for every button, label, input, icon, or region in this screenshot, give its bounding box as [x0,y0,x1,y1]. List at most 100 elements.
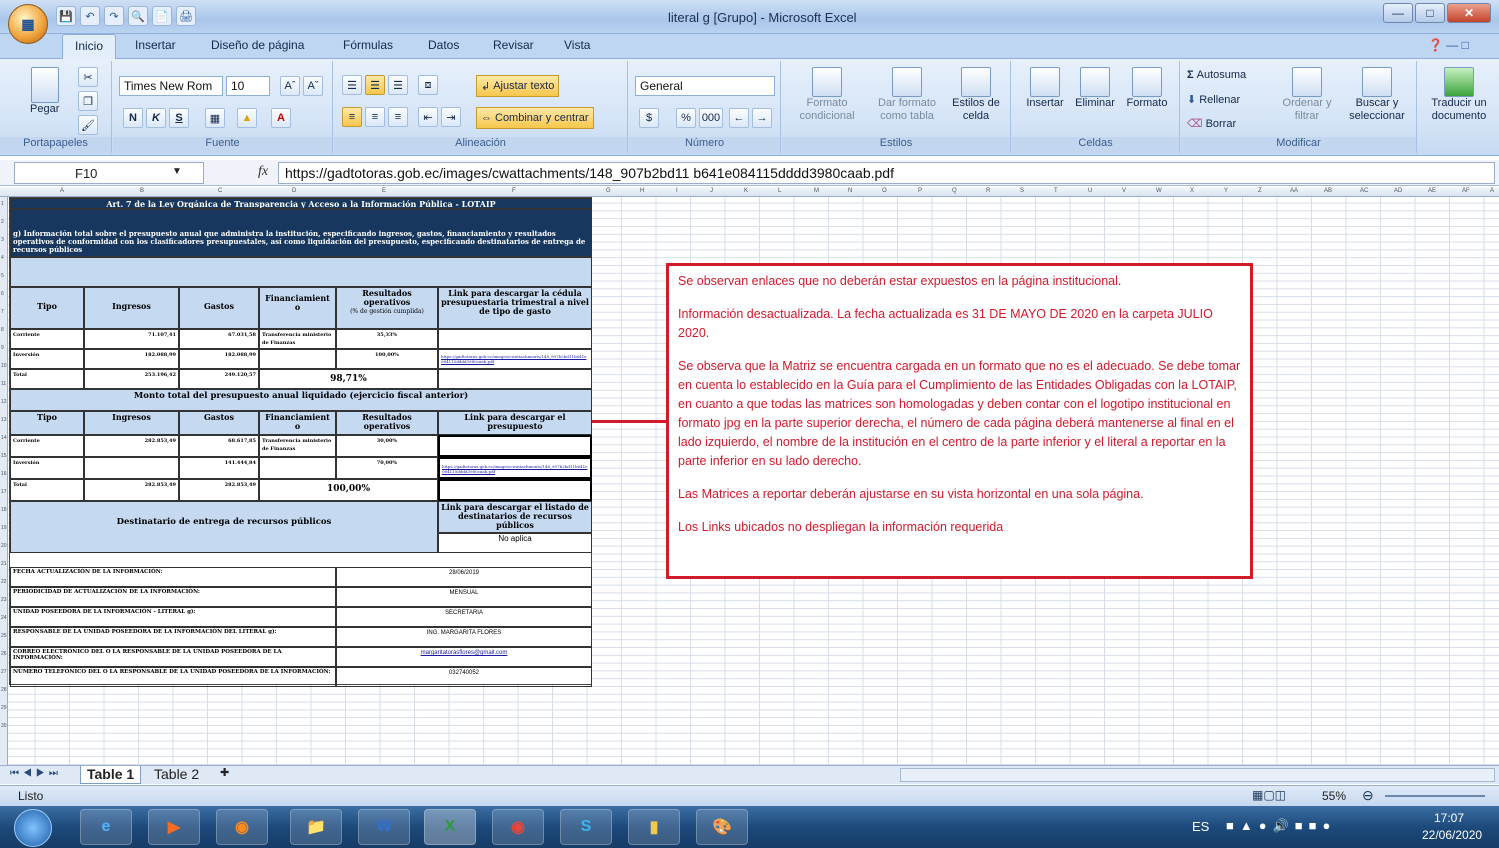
save-icon[interactable]: 💾 [56,6,76,26]
font-name-select[interactable]: Times New Rom [119,76,223,96]
column-header[interactable]: M [814,188,819,194]
ie-icon[interactable]: e [80,809,132,845]
print-icon[interactable]: 🖨 [176,6,196,26]
row-header[interactable]: 29 [1,705,7,711]
row-header[interactable]: 20 [1,543,7,549]
tab-formulas[interactable]: Fórmulas [343,38,393,52]
row-header[interactable]: 7 [1,309,4,315]
worksheet-grid[interactable]: A B C D E F G H I J K L M N O P Q R S T U V W X Y Z AA AB AC AD AE AF A … [0,187,1499,765]
align-center-icon[interactable]: ≡ [365,107,385,127]
row-header[interactable]: 28 [1,687,7,693]
copy-icon[interactable]: ❐ [78,91,98,111]
decrease-decimal-icon[interactable]: → [752,108,772,128]
row-header[interactable]: 19 [1,525,7,531]
autosum-button[interactable]: Σ Autosuma [1187,69,1246,81]
row-header[interactable]: 27 [1,669,7,675]
language-indicator[interactable]: ES [1192,819,1209,834]
column-header[interactable]: W [1156,188,1162,194]
column-header[interactable]: X [1190,188,1194,194]
row-header[interactable]: 17 [1,489,7,495]
column-header[interactable]: O [882,188,887,194]
row-header[interactable]: 15 [1,453,7,459]
excel-icon[interactable]: X [424,809,476,845]
column-header[interactable]: H [640,188,644,194]
orientation-icon[interactable]: ⧈ [418,75,438,95]
tab-vista[interactable]: Vista [564,38,590,52]
align-right-icon[interactable]: ≡ [388,107,408,127]
column-header[interactable]: AE [1428,188,1436,194]
row-header[interactable]: 24 [1,615,7,621]
column-header[interactable]: U [1088,188,1092,194]
borders-icon[interactable]: ▦ [205,108,225,128]
format-painter-icon[interactable]: 🖌 [78,115,98,135]
row-header[interactable]: 26 [1,651,7,657]
currency-button[interactable]: $ [639,108,659,128]
sheet-nav-arrows-icon[interactable]: ⏮◀▶⏭ [10,768,62,779]
sort-filter-button[interactable]: Ordenar y filtrar [1277,67,1337,123]
name-box-dropdown-icon[interactable]: ▼ [172,166,182,177]
t1-r2-link[interactable]: https://gadtotoras.gob.ec/images/cwattac… [438,349,592,369]
column-header[interactable]: AD [1394,188,1402,194]
file-explorer-icon[interactable]: 📁 [290,809,342,845]
column-header[interactable]: G [606,188,611,194]
column-header[interactable]: K [744,188,748,194]
close-icon[interactable]: ✕ [1447,3,1491,23]
column-header[interactable]: AF [1462,188,1470,194]
thousands-button[interactable]: 000 [699,108,723,128]
align-bottom-icon[interactable]: ☰ [388,75,408,95]
tab-inicio[interactable]: Inicio [62,34,117,60]
chrome-icon[interactable]: ◉ [492,809,544,845]
tab-diseno[interactable]: Diseño de página [211,38,304,52]
info-value[interactable]: margaritatorasflores@gmail.com [336,647,592,667]
fill-button[interactable]: ⬇ Rellenar [1187,93,1240,107]
system-tray-icons[interactable]: ■▲●🔊■■● [1226,818,1336,834]
format-cells-button[interactable]: Formato [1120,67,1174,110]
column-header[interactable]: J [710,188,713,194]
row-header[interactable]: 8 [1,327,4,333]
align-middle-icon[interactable]: ☰ [365,75,385,95]
column-header[interactable]: AA [1290,188,1298,194]
column-header[interactable]: AB [1324,188,1332,194]
folder-icon[interactable]: ▮ [628,809,680,845]
undo-icon[interactable]: ↶ [80,6,100,26]
sheet-tab-table2[interactable]: Table 2 [148,766,205,784]
row-header[interactable]: 5 [1,273,4,279]
sheet-tab-table1[interactable]: Table 1 [80,766,142,784]
horizontal-scrollbar[interactable] [900,768,1495,782]
column-header[interactable]: Q [952,188,957,194]
skype-icon[interactable]: S [560,809,612,845]
column-header[interactable]: D [292,188,296,194]
column-header[interactable]: A [1490,188,1494,194]
increase-decimal-icon[interactable]: ← [729,108,749,128]
row-header[interactable]: 18 [1,507,7,513]
zoom-out-icon[interactable]: ⊖ [1362,787,1374,804]
decrease-indent-icon[interactable]: ⇤ [418,107,438,127]
column-header[interactable]: B [140,188,144,194]
new-file-icon[interactable]: 📄 [152,6,172,26]
row-header[interactable]: 21 [1,561,7,567]
conditional-format-button[interactable]: Formato condicional [790,67,864,123]
column-header[interactable]: P [918,188,922,194]
paste-button[interactable]: Pegar [30,67,59,116]
row-header[interactable]: 1 [1,201,4,207]
row-header[interactable]: 23 [1,597,7,603]
underline-button[interactable]: S [169,108,189,128]
tab-revisar[interactable]: Revisar [493,38,534,52]
increase-indent-icon[interactable]: ⇥ [441,107,461,127]
fx-icon[interactable]: fx [258,164,268,180]
font-color-icon[interactable]: A [271,108,291,128]
redo-icon[interactable]: ↷ [104,6,124,26]
percent-button[interactable]: % [676,108,696,128]
row-header[interactable]: 3 [1,237,4,243]
row-header[interactable]: 2 [1,219,4,225]
comment-box[interactable]: Se observan enlaces que no deberán estar… [666,263,1253,579]
row-header[interactable]: 14 [1,435,7,441]
row-header[interactable]: 9 [1,345,4,351]
cut-icon[interactable]: ✂ [78,67,98,87]
help-icon[interactable]: ❓ — □ [1428,38,1469,52]
word-icon[interactable]: W [358,809,410,845]
column-header[interactable]: R [986,188,990,194]
column-header[interactable]: L [778,188,781,194]
row-header[interactable]: 22 [1,579,7,585]
row-header[interactable]: 25 [1,633,7,639]
